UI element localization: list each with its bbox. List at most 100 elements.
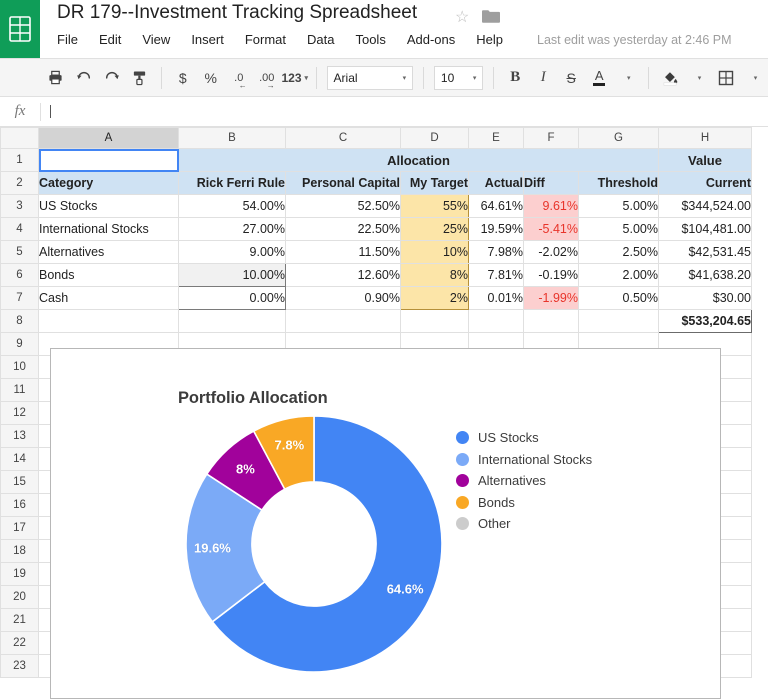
menu-view[interactable]: View bbox=[142, 32, 170, 47]
row-header-13[interactable]: 13 bbox=[1, 425, 39, 448]
borders-button[interactable] bbox=[715, 65, 737, 91]
cell-diff[interactable]: -0.19% bbox=[524, 264, 579, 287]
legend-item[interactable]: Alternatives bbox=[456, 470, 592, 492]
cell-header-personal-capital[interactable]: Personal Capital bbox=[286, 172, 401, 195]
text-color-dropdown[interactable]: ▾ bbox=[616, 65, 638, 91]
row-header-16[interactable]: 16 bbox=[1, 494, 39, 517]
cell-personal-capital[interactable]: 52.50% bbox=[286, 195, 401, 218]
row-header-1[interactable]: 1 bbox=[1, 149, 39, 172]
row-header-17[interactable]: 17 bbox=[1, 517, 39, 540]
cell-rick-ferri[interactable]: 0.00% bbox=[179, 287, 286, 310]
row-header-5[interactable]: 5 bbox=[1, 241, 39, 264]
row-header-8[interactable]: 8 bbox=[1, 310, 39, 333]
cell-current[interactable]: $104,481.00 bbox=[659, 218, 752, 241]
folder-icon[interactable] bbox=[481, 8, 501, 29]
cell-category[interactable]: US Stocks bbox=[39, 195, 179, 218]
row-header-18[interactable]: 18 bbox=[1, 540, 39, 563]
cell-header-category[interactable]: Category bbox=[39, 172, 179, 195]
font-size-select[interactable]: 10 ▾ bbox=[434, 66, 483, 90]
menu-insert[interactable]: Insert bbox=[191, 32, 224, 47]
cell-personal-capital[interactable]: 12.60% bbox=[286, 264, 401, 287]
strikethrough-button[interactable]: S bbox=[560, 65, 582, 91]
star-icon[interactable]: ☆ bbox=[455, 7, 469, 27]
cell-personal-capital[interactable]: 22.50% bbox=[286, 218, 401, 241]
column-header-c[interactable]: C bbox=[286, 128, 401, 149]
legend-item[interactable]: International Stocks bbox=[456, 449, 592, 471]
sheets-logo-icon[interactable] bbox=[0, 0, 40, 58]
cell-header-rick-ferri[interactable]: Rick Ferri Rule bbox=[179, 172, 286, 195]
cell-current[interactable]: $42,531.45 bbox=[659, 241, 752, 264]
cell-empty[interactable] bbox=[401, 310, 469, 333]
cell-category[interactable]: Alternatives bbox=[39, 241, 179, 264]
font-family-select[interactable]: Arial ▾ bbox=[327, 66, 414, 90]
borders-dropdown[interactable]: ▾ bbox=[743, 65, 765, 91]
function-icon[interactable]: fx bbox=[0, 103, 40, 120]
document-title[interactable]: DR 179--Investment Tracking Spreadsheet bbox=[57, 2, 417, 24]
menu-file[interactable]: File bbox=[57, 32, 78, 47]
cell-rick-ferri[interactable]: 10.00% bbox=[179, 264, 286, 287]
cell-rick-ferri[interactable]: 9.00% bbox=[179, 241, 286, 264]
cell-empty[interactable] bbox=[524, 310, 579, 333]
column-header-g[interactable]: G bbox=[579, 128, 659, 149]
cell-actual[interactable]: 64.61% bbox=[469, 195, 524, 218]
row-header-7[interactable]: 7 bbox=[1, 287, 39, 310]
legend-item[interactable]: Other bbox=[456, 513, 592, 535]
cell-empty[interactable] bbox=[469, 310, 524, 333]
portfolio-allocation-chart[interactable]: Portfolio Allocation 64.6%19.6%8%7.8% US… bbox=[50, 348, 721, 699]
cell-rick-ferri[interactable]: 27.00% bbox=[179, 218, 286, 241]
row-header-12[interactable]: 12 bbox=[1, 402, 39, 425]
cell-current[interactable]: $30.00 bbox=[659, 287, 752, 310]
cell-empty[interactable] bbox=[286, 310, 401, 333]
decrease-decimal-button[interactable]: .0 ← bbox=[228, 65, 250, 91]
row-header-2[interactable]: 2 bbox=[1, 172, 39, 195]
cell-diff[interactable]: 9.61% bbox=[524, 195, 579, 218]
cell-empty[interactable] bbox=[39, 310, 179, 333]
legend-item[interactable]: Bonds bbox=[456, 492, 592, 514]
menu-help[interactable]: Help bbox=[476, 32, 503, 47]
row-header-3[interactable]: 3 bbox=[1, 195, 39, 218]
select-all-corner[interactable] bbox=[1, 128, 39, 149]
cell-current[interactable]: $344,524.00 bbox=[659, 195, 752, 218]
row-header-10[interactable]: 10 bbox=[1, 356, 39, 379]
row-header-23[interactable]: 23 bbox=[1, 655, 39, 678]
cell-threshold[interactable]: 5.00% bbox=[579, 218, 659, 241]
cell-personal-capital[interactable]: 0.90% bbox=[286, 287, 401, 310]
row-header-15[interactable]: 15 bbox=[1, 471, 39, 494]
cell-rick-ferri[interactable]: 54.00% bbox=[179, 195, 286, 218]
row-header-22[interactable]: 22 bbox=[1, 632, 39, 655]
cell-header-threshold[interactable]: Threshold bbox=[579, 172, 659, 195]
cell-personal-capital[interactable]: 11.50% bbox=[286, 241, 401, 264]
cell-total-value[interactable]: $533,204.65 bbox=[659, 310, 752, 333]
cell-my-target[interactable]: 25% bbox=[401, 218, 469, 241]
column-header-a[interactable]: A bbox=[39, 128, 179, 149]
cell-header-diff[interactable]: Diff bbox=[524, 172, 579, 195]
row-header-20[interactable]: 20 bbox=[1, 586, 39, 609]
bold-button[interactable]: B bbox=[504, 65, 526, 91]
column-header-d[interactable]: D bbox=[401, 128, 469, 149]
cell-category[interactable]: Cash bbox=[39, 287, 179, 310]
cell-current[interactable]: $41,638.20 bbox=[659, 264, 752, 287]
cell-value-header[interactable]: Value bbox=[659, 149, 752, 172]
percent-format-button[interactable]: % bbox=[200, 65, 222, 91]
cell-actual[interactable]: 7.81% bbox=[469, 264, 524, 287]
cell-category[interactable]: Bonds bbox=[39, 264, 179, 287]
row-header-19[interactable]: 19 bbox=[1, 563, 39, 586]
cell-my-target[interactable]: 55% bbox=[401, 195, 469, 218]
currency-format-button[interactable]: $ bbox=[172, 65, 194, 91]
row-header-6[interactable]: 6 bbox=[1, 264, 39, 287]
legend-item[interactable]: US Stocks bbox=[456, 427, 592, 449]
print-icon[interactable] bbox=[45, 65, 67, 91]
menu-tools[interactable]: Tools bbox=[355, 32, 385, 47]
cell-allocation-header[interactable]: Allocation bbox=[179, 149, 659, 172]
cell-empty[interactable] bbox=[179, 310, 286, 333]
row-header-11[interactable]: 11 bbox=[1, 379, 39, 402]
cell-my-target[interactable]: 8% bbox=[401, 264, 469, 287]
cell-threshold[interactable]: 2.00% bbox=[579, 264, 659, 287]
cell-diff[interactable]: -5.41% bbox=[524, 218, 579, 241]
cell-threshold[interactable]: 0.50% bbox=[579, 287, 659, 310]
cell-empty[interactable] bbox=[579, 310, 659, 333]
italic-button[interactable]: I bbox=[532, 65, 554, 91]
cell-diff[interactable]: -2.02% bbox=[524, 241, 579, 264]
row-header-14[interactable]: 14 bbox=[1, 448, 39, 471]
row-header-21[interactable]: 21 bbox=[1, 609, 39, 632]
